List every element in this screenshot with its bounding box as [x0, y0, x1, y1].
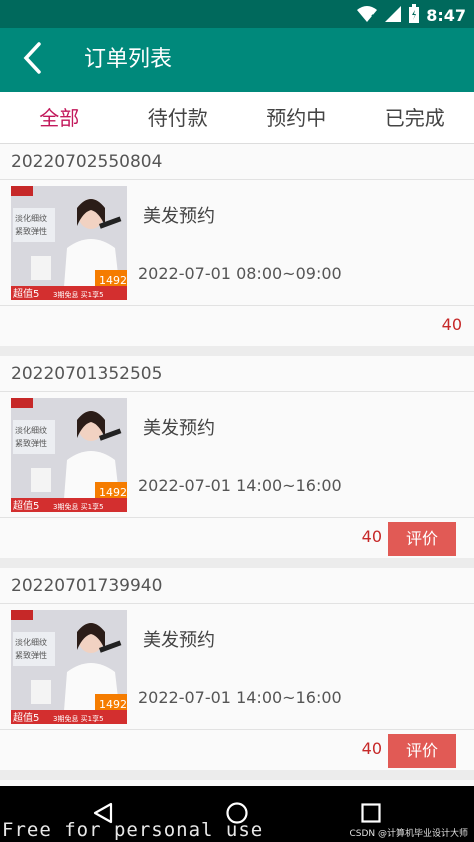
product-thumbnail: 淡化细纹 紧致弹性 1492 超值5 3期免息 买1享5 — [11, 186, 127, 300]
clock: 8:47 — [426, 6, 466, 25]
svg-text:1492: 1492 — [99, 274, 127, 287]
order-footer: 40 评价 — [0, 730, 474, 770]
order-card[interactable]: 20220701739940 淡化细纹 紧致弹性 1492 超值5 3期免息 买… — [0, 568, 474, 780]
wifi-icon — [356, 5, 378, 27]
order-price: 40 — [361, 527, 382, 546]
order-footer: 40 — [0, 306, 474, 346]
service-name: 美发预约 — [143, 206, 215, 227]
tab-completed[interactable]: 已完成 — [356, 92, 474, 143]
service-name: 美发预约 — [143, 418, 215, 439]
signal-icon — [384, 5, 402, 27]
svg-text:3期免息 买1享5: 3期免息 买1享5 — [53, 290, 104, 299]
order-card[interactable]: 20220701352505 淡化细纹 紧致弹性 1492 超值5 3期免息 买… — [0, 356, 474, 568]
order-card[interactable]: 20220702550804 淡化细纹 紧致弹性 1492 超值5 3期免息 买… — [0, 144, 474, 356]
tab-all[interactable]: 全部 — [0, 92, 119, 143]
tab-pending-payment[interactable]: 待付款 — [119, 92, 238, 143]
product-thumbnail: 淡化细纹 紧致弹性 1492 超值5 3期免息 买1享5 — [11, 398, 127, 512]
order-body[interactable]: 淡化细纹 紧致弹性 1492 超值5 3期免息 买1享5 美发预约 2022-0… — [0, 604, 474, 730]
svg-text:超值5: 超值5 — [13, 711, 39, 724]
svg-text:淡化细纹: 淡化细纹 — [15, 425, 47, 435]
battery-icon — [408, 4, 420, 28]
order-body[interactable]: 淡化细纹 紧致弹性 1492 超值5 3期免息 买1享5 美发预约 2022-0… — [0, 180, 474, 306]
svg-text:淡化细纹: 淡化细纹 — [15, 213, 47, 223]
order-price: 40 — [441, 315, 462, 334]
order-body[interactable]: 淡化细纹 紧致弹性 1492 超值5 3期免息 买1享5 美发预约 2022-0… — [0, 392, 474, 518]
page-title: 订单列表 — [84, 47, 173, 72]
svg-text:紧致弹性: 紧致弹性 — [15, 226, 47, 236]
order-list[interactable]: 20220702550804 淡化细纹 紧致弹性 1492 超值5 3期免息 买… — [0, 144, 474, 786]
svg-text:3期免息 买1享5: 3期免息 买1享5 — [53, 714, 104, 723]
watermark-text: Free for personal use — [2, 819, 264, 841]
back-arrow-icon — [21, 41, 43, 79]
appointment-time: 2022-07-01 08:00~09:00 — [138, 264, 342, 283]
app-bar: 订单列表 — [0, 28, 474, 92]
order-number: 20220701352505 — [0, 356, 474, 392]
order-price: 40 — [361, 739, 382, 758]
order-number: 20220702550804 — [0, 144, 474, 180]
svg-text:超值5: 超值5 — [13, 287, 39, 300]
appointment-time: 2022-07-01 14:00~16:00 — [138, 688, 342, 707]
status-icons: 8:47 — [356, 4, 466, 28]
tab-reserved[interactable]: 预约中 — [237, 92, 356, 143]
review-button[interactable]: 评价 — [388, 734, 456, 768]
svg-text:紧致弹性: 紧致弹性 — [15, 438, 47, 448]
product-thumbnail: 淡化细纹 紧致弹性 1492 超值5 3期免息 买1享5 — [11, 610, 127, 724]
svg-text:1492: 1492 — [99, 486, 127, 499]
svg-text:紧致弹性: 紧致弹性 — [15, 650, 47, 660]
appointment-time: 2022-07-01 14:00~16:00 — [138, 476, 342, 495]
svg-text:超值5: 超值5 — [13, 499, 39, 512]
service-name: 美发预约 — [143, 630, 215, 651]
status-bar: 8:47 — [0, 0, 474, 28]
csdn-watermark: CSDN @计算机毕业设计大师 — [349, 829, 468, 839]
svg-text:3期免息 买1享5: 3期免息 买1享5 — [53, 502, 104, 511]
back-button[interactable] — [14, 42, 50, 78]
order-tabs: 全部 待付款 预约中 已完成 — [0, 92, 474, 144]
review-button[interactable]: 评价 — [388, 522, 456, 556]
recents-square-icon — [359, 801, 383, 829]
order-footer: 40 评价 — [0, 518, 474, 558]
svg-text:淡化细纹: 淡化细纹 — [15, 637, 47, 647]
order-number: 20220701739940 — [0, 568, 474, 604]
svg-text:1492: 1492 — [99, 698, 127, 711]
